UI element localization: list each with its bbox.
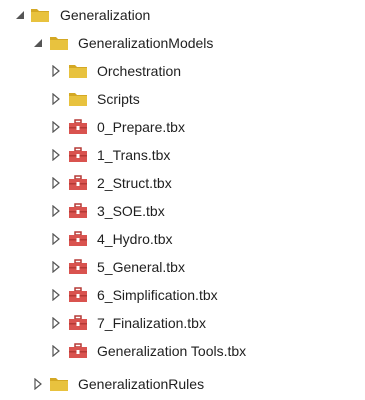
tree-node-label: 0_Prepare.tbx bbox=[97, 119, 185, 135]
collapsed-arrow-icon[interactable] bbox=[50, 317, 62, 329]
collapsed-arrow-icon[interactable] bbox=[50, 177, 62, 189]
toolbox-icon bbox=[68, 231, 88, 247]
tree-node-toolbox[interactable]: 7_Finalization.tbx bbox=[0, 309, 365, 337]
tree-node-orchestration[interactable]: Orchestration bbox=[0, 57, 365, 85]
toolbox-icon bbox=[68, 343, 88, 359]
expanded-arrow-icon[interactable] bbox=[14, 9, 26, 21]
tree-node-label: Scripts bbox=[97, 91, 140, 107]
tree-node-toolbox[interactable]: 1_Trans.tbx bbox=[0, 141, 365, 169]
toolbox-icon bbox=[68, 287, 88, 303]
toolbox-icon bbox=[68, 315, 88, 331]
folder-icon bbox=[68, 91, 88, 107]
tree-node-toolbox[interactable]: 0_Prepare.tbx bbox=[0, 113, 365, 141]
expanded-arrow-icon[interactable] bbox=[32, 37, 44, 49]
tree-node-label: GeneralizationRules bbox=[78, 376, 205, 392]
tree-node-label: 7_Finalization.tbx bbox=[97, 315, 206, 331]
catalog-tree: Generalization GeneralizationModels Orch… bbox=[0, 0, 365, 400]
tree-node-label: 5_General.tbx bbox=[97, 259, 185, 275]
toolbox-icon bbox=[68, 119, 88, 135]
tree-node-label: Generalization bbox=[60, 7, 151, 23]
toolbox-icon bbox=[68, 203, 88, 219]
toolbox-icon bbox=[68, 175, 88, 191]
folder-icon bbox=[30, 7, 50, 23]
tree-node-toolbox[interactable]: 4_Hydro.tbx bbox=[0, 225, 365, 253]
folder-icon bbox=[49, 35, 69, 51]
collapsed-arrow-icon[interactable] bbox=[50, 345, 62, 357]
tree-node-toolbox[interactable]: 2_Struct.tbx bbox=[0, 169, 365, 197]
tree-node-toolbox[interactable]: 3_SOE.tbx bbox=[0, 197, 365, 225]
collapsed-arrow-icon[interactable] bbox=[50, 65, 62, 77]
collapsed-arrow-icon[interactable] bbox=[50, 121, 62, 133]
tree-node-generalization[interactable]: Generalization bbox=[0, 1, 365, 29]
collapsed-arrow-icon[interactable] bbox=[50, 149, 62, 161]
collapsed-arrow-icon[interactable] bbox=[50, 289, 62, 301]
tree-node-generalization-models[interactable]: GeneralizationModels bbox=[0, 29, 365, 57]
tree-node-scripts[interactable]: Scripts bbox=[0, 85, 365, 113]
toolbox-icon bbox=[68, 259, 88, 275]
collapsed-arrow-icon[interactable] bbox=[50, 93, 62, 105]
folder-icon bbox=[49, 376, 69, 392]
folder-icon bbox=[68, 63, 88, 79]
tree-node-label: Orchestration bbox=[97, 63, 182, 79]
tree-node-label: 1_Trans.tbx bbox=[97, 147, 171, 163]
tree-node-label: 2_Struct.tbx bbox=[97, 175, 172, 191]
tree-node-label: 6_Simplification.tbx bbox=[97, 287, 218, 303]
tree-node-label: Generalization Tools.tbx bbox=[97, 343, 247, 359]
toolbox-icon bbox=[68, 147, 88, 163]
tree-node-label: 4_Hydro.tbx bbox=[97, 231, 173, 247]
tree-node-generalization-rules[interactable]: GeneralizationRules bbox=[0, 370, 365, 398]
collapsed-arrow-icon[interactable] bbox=[32, 378, 44, 390]
collapsed-arrow-icon[interactable] bbox=[50, 205, 62, 217]
tree-node-label: GeneralizationModels bbox=[78, 35, 214, 51]
collapsed-arrow-icon[interactable] bbox=[50, 233, 62, 245]
tree-node-label: 3_SOE.tbx bbox=[97, 203, 165, 219]
tree-node-toolbox[interactable]: 5_General.tbx bbox=[0, 253, 365, 281]
collapsed-arrow-icon[interactable] bbox=[50, 261, 62, 273]
tree-node-toolbox[interactable]: 6_Simplification.tbx bbox=[0, 281, 365, 309]
tree-node-toolbox[interactable]: Generalization Tools.tbx bbox=[0, 337, 365, 365]
